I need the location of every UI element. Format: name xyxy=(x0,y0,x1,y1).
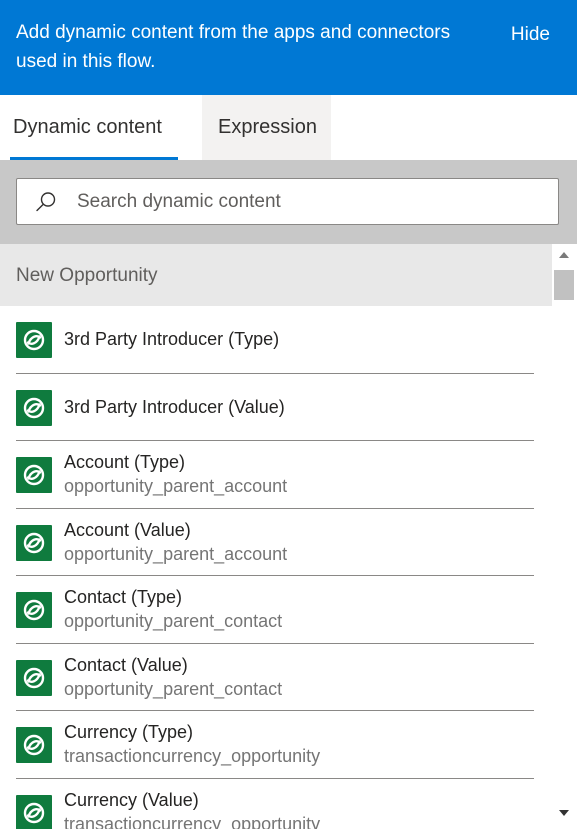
dataverse-icon xyxy=(16,322,52,358)
item-subtitle: opportunity_parent_account xyxy=(64,476,288,496)
item-subtitle: opportunity_parent_account xyxy=(64,543,288,564)
dataverse-icon xyxy=(16,727,52,763)
dynamic-content-list: New Opportunity 3rd Party Introducer (Ty… xyxy=(0,244,577,829)
item-list: 3rd Party Introducer (Type) 3rd Party Int… xyxy=(0,306,552,829)
item-title: 3rd Party Introducer (Type) xyxy=(64,329,280,349)
list-item[interactable]: Account (Value) opportunity_parent_accoun… xyxy=(0,509,552,576)
search-icon xyxy=(36,192,56,212)
item-subtitle: opportunity_parent_contact xyxy=(64,611,283,631)
search-box[interactable] xyxy=(16,178,559,225)
dataverse-icon xyxy=(16,457,52,493)
search-input[interactable] xyxy=(77,179,547,224)
scroll-up-arrow[interactable] xyxy=(559,252,569,258)
item-subtitle: opportunity_parent_contact xyxy=(64,678,283,699)
scroll-thumb[interactable] xyxy=(554,270,574,300)
dynamic-content-panel: Add dynamic content from the apps and co… xyxy=(0,0,577,829)
scroll-down-arrow[interactable] xyxy=(559,810,569,816)
dataverse-icon xyxy=(16,592,52,628)
banner-message: Add dynamic content from the apps and co… xyxy=(16,22,451,72)
section-header[interactable]: New Opportunity xyxy=(0,244,552,306)
list-item[interactable]: Contact (Type) opportunity_parent_contact xyxy=(0,576,552,644)
item-subtitle: transactioncurrency_opportunity xyxy=(64,813,321,829)
item-title: Contact (Type) xyxy=(64,587,183,607)
info-banner: Add dynamic content from the apps and co… xyxy=(0,0,577,95)
tab-bar: Dynamic content Expression xyxy=(0,95,577,160)
item-title: 3rd Party Introducer (Value) xyxy=(64,396,285,417)
dataverse-icon xyxy=(16,389,52,426)
item-title: Account (Type) xyxy=(64,452,186,472)
list-item[interactable]: Account (Type) opportunity_parent_account xyxy=(0,441,552,509)
list-item[interactable]: 3rd Party Introducer (Type) xyxy=(0,306,552,374)
hide-button[interactable]: Hide xyxy=(511,20,550,49)
tab-dynamic-content-label: Dynamic content xyxy=(13,116,162,138)
dataverse-icon xyxy=(16,524,52,561)
item-title: Account (Value) xyxy=(64,519,191,540)
tab-dynamic-content[interactable]: Dynamic content xyxy=(0,95,190,160)
item-title: Currency (Value) xyxy=(64,789,199,810)
dataverse-icon xyxy=(16,659,52,696)
scrollbar[interactable] xyxy=(552,244,577,829)
tab-expression[interactable]: Expression xyxy=(202,95,331,160)
list-item[interactable]: 3rd Party Introducer (Value) xyxy=(0,374,552,441)
section-title: New Opportunity xyxy=(16,265,158,286)
item-title: Contact (Value) xyxy=(64,654,188,675)
item-title: Currency (Type) xyxy=(64,722,194,742)
list-item[interactable]: Contact (Value) opportunity_parent_contac… xyxy=(0,644,552,711)
list-item[interactable]: Currency (Value) transactioncurrency_oppo… xyxy=(0,779,552,829)
tab-expression-label: Expression xyxy=(218,116,317,138)
list-item[interactable]: Currency (Type) transactioncurrency_oppor… xyxy=(0,711,552,779)
item-subtitle: transactioncurrency_opportunity xyxy=(64,746,321,766)
search-area xyxy=(0,160,577,244)
dataverse-icon xyxy=(16,794,52,829)
